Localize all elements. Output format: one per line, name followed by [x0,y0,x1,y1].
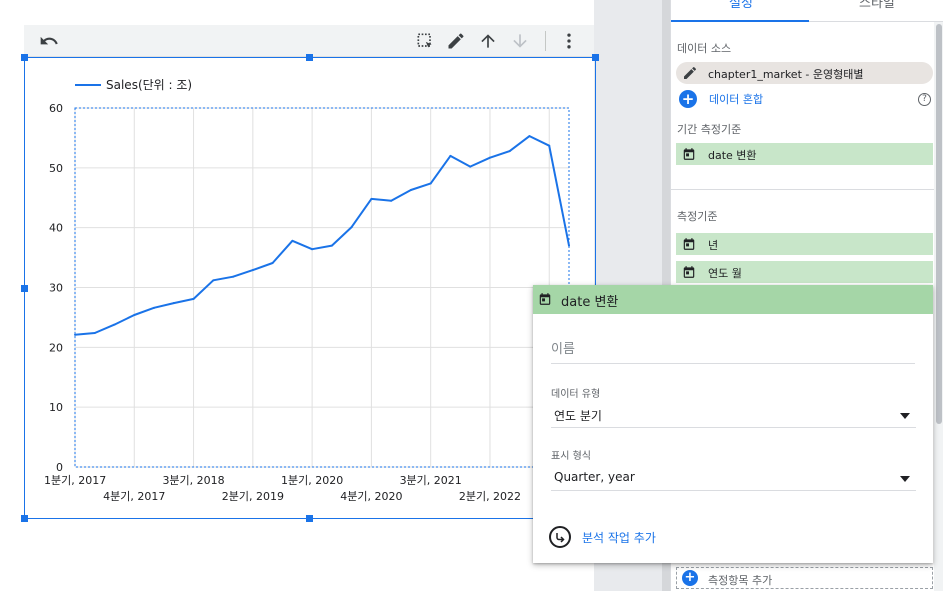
section-divider [670,189,934,190]
popup-title: date 변환 [561,295,619,310]
field-name-input[interactable] [551,340,915,364]
data-point [74,333,76,336]
line-chart: 0 10 20 30 40 50 60 1분기, 2017 4분기, 2017 3분기, 2018… [44,78,570,503]
x-tick-label: 1분기, 2020 [281,474,343,487]
x-tick-label: 2분기, 2022 [459,490,521,503]
x-tick-label: 3분기, 2018 [162,474,224,487]
date-range-dimension-name: date 변환 [708,149,757,162]
y-tick-label: 0 [56,461,63,474]
x-tick-label: 3분기, 2021 [400,474,462,487]
data-point [568,244,570,247]
y-tick-label: 30 [49,282,63,295]
data-source-chip[interactable]: chapter1_market - 운영형태별 [676,62,933,84]
y-tick-label: 10 [49,401,63,414]
x-tick-label: 4분기, 2020 [340,490,402,503]
data-point [232,275,235,278]
y-tick-label: 20 [49,341,63,354]
help-icon[interactable]: ? [918,93,931,106]
add-metric-button[interactable]: + 측정항목 추가 [676,567,933,589]
data-point [271,261,274,264]
date-range-dimension-heading: 기간 측정기준 [677,123,742,136]
calendar-icon [683,148,695,160]
data-point [251,269,254,272]
dimension-name: 연도 월 [708,267,742,280]
add-analysis-button[interactable]: 분석 작업 추가 [549,525,656,549]
data-point [488,156,491,159]
edit-icon[interactable] [682,65,698,81]
y-tick-label: 60 [49,102,63,115]
dimension-chip-year-month[interactable]: 연도 월 [676,261,933,283]
legend-label: Sales(단위 : 조) [106,78,192,92]
data-type-value: 연도 분기 [554,409,602,423]
popup-header: date 변환 [533,285,933,314]
data-point [133,314,136,317]
dropdown-arrow-icon [900,413,910,419]
data-type-select[interactable]: 연도 분기 [551,404,916,428]
x-tick-label: 1분기, 2017 [44,474,106,487]
data-type-label: 데이터 유형 [551,389,601,400]
display-format-label: 표시 형식 [551,451,591,462]
x-tick-label: 2분기, 2019 [222,490,284,503]
data-point [153,306,156,309]
data-point [350,226,353,229]
data-point [113,323,116,326]
add-icon: + [682,570,698,586]
series-line [74,135,570,336]
panel-tabs: 설정 스타일 [671,0,943,22]
y-tick-label: 50 [49,162,63,175]
data-point [93,331,96,334]
data-point [172,302,175,305]
tab-setup[interactable]: 설정 [729,0,753,11]
data-point [409,188,412,191]
dimension-heading: 측정기준 [677,210,718,223]
data-point [508,150,511,153]
display-format-value: Quarter, year [554,470,635,484]
data-point [212,279,215,282]
add-analysis-label: 분석 작업 추가 [582,530,656,545]
data-point [469,165,472,168]
data-point [528,135,531,138]
dropdown-arrow-icon [900,476,910,482]
y-tick-label: 40 [49,222,63,235]
blend-data-label: 데이터 혼합 [709,93,764,106]
display-format-select[interactable]: Quarter, year [551,467,916,491]
data-point [370,197,373,200]
active-tab-indicator [671,20,809,22]
field-editor-popup: date 변환 데이터 유형 연도 분기 표시 형식 Quarter, year… [533,285,933,563]
add-analysis-icon [549,526,571,548]
dimension-name: 년 [708,239,719,252]
add-metric-label: 측정항목 추가 [708,574,773,587]
calendar-icon [539,293,551,305]
tab-style[interactable]: 스타일 [859,0,895,11]
data-source-name: chapter1_market - 운영형태별 [708,68,864,81]
data-point [192,297,195,300]
data-source-heading: 데이터 소스 [677,42,732,55]
data-point [548,144,551,147]
data-point [291,239,294,242]
data-point [330,244,333,247]
panel-scrollbar-thumb[interactable] [936,24,942,424]
calendar-icon [683,266,695,278]
date-range-dimension-chip[interactable]: date 변환 [676,143,933,165]
x-tick-label: 4분기, 2017 [103,490,165,503]
calendar-icon [683,238,695,250]
blend-data-button[interactable]: + 데이터 혼합 [679,90,763,108]
add-icon: + [679,90,697,108]
data-point [390,199,393,202]
data-point [449,154,452,157]
dimension-chip-year[interactable]: 년 [676,233,933,255]
data-point [311,248,314,251]
data-point [429,182,432,185]
